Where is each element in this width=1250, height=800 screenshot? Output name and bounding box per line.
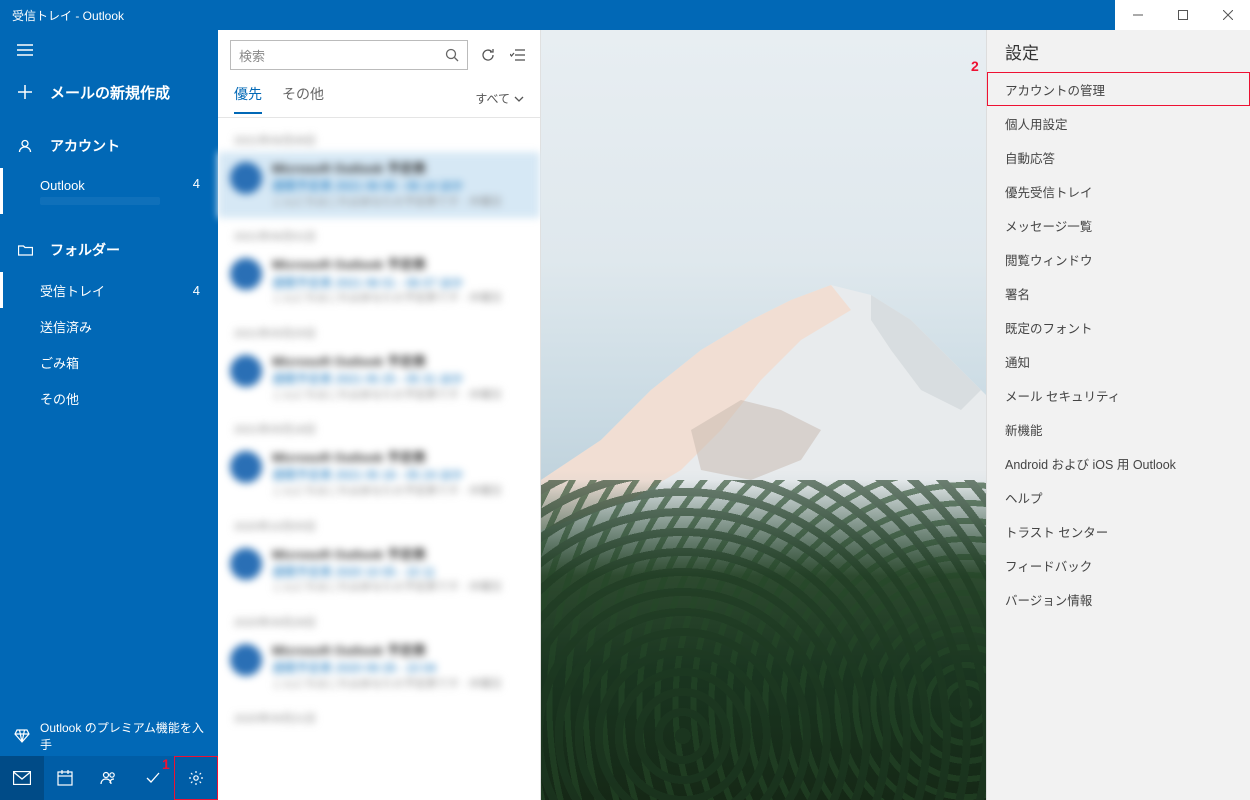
settings-item-default-font[interactable]: 既定のフォント — [987, 310, 1250, 344]
settings-item-personalization[interactable]: 個人用設定 — [987, 106, 1250, 140]
annotation-1: 1 — [162, 756, 170, 772]
account-name-label: Outlook — [40, 178, 200, 193]
nav-mail[interactable] — [0, 756, 44, 800]
minimize-button[interactable] — [1115, 0, 1160, 30]
plus-icon — [16, 83, 34, 101]
folder-label: 送信済み — [40, 317, 92, 336]
select-mode-button[interactable] — [508, 45, 528, 65]
settings-item-focused-inbox[interactable]: 優先受信トレイ — [987, 174, 1250, 208]
mail-item[interactable]: Microsoft Outlook 予定表週間予定表 2020 10 05 - … — [218, 538, 540, 604]
account-email-blur — [40, 197, 160, 205]
hamburger-menu[interactable] — [0, 30, 218, 70]
folder-badge: 4 — [193, 283, 200, 298]
compose-label: メールの新規作成 — [50, 82, 170, 103]
chevron-down-icon — [514, 96, 524, 102]
tab-other[interactable]: その他 — [282, 84, 324, 114]
folder-label: その他 — [40, 389, 79, 408]
mail-item[interactable]: Microsoft Outlook 予定表週間予定表 2021 06 01 - … — [218, 248, 540, 314]
folder-label: ごみ箱 — [40, 353, 79, 372]
settings-item-trust-center[interactable]: トラスト センター — [987, 514, 1250, 548]
diamond-icon — [14, 729, 30, 743]
nav-people[interactable] — [87, 756, 131, 800]
window-controls — [1115, 0, 1250, 30]
settings-panel: 設定 アカウントの管理 個人用設定 自動応答 優先受信トレイ メッセージ一覧 閲… — [986, 30, 1250, 800]
settings-item-notifications[interactable]: 通知 — [987, 344, 1250, 378]
settings-item-account-management[interactable]: アカウントの管理 — [987, 72, 1250, 106]
mail-items-blurred: 2021年06月08日 Microsoft Outlook 予定表週間予定表 2… — [218, 118, 540, 734]
folder-inbox[interactable]: 受信トレイ 4 — [0, 272, 218, 308]
folder-icon — [16, 241, 34, 259]
settings-item-message-list[interactable]: メッセージ一覧 — [987, 208, 1250, 242]
mail-item[interactable]: Microsoft Outlook 予定表週間予定表 2021 05 25 - … — [218, 345, 540, 411]
refresh-button[interactable] — [478, 45, 498, 65]
close-button[interactable] — [1205, 0, 1250, 30]
settings-item-mail-security[interactable]: メール セキュリティ — [987, 378, 1250, 412]
settings-item-feedback[interactable]: フィードバック — [987, 548, 1250, 582]
folders-section[interactable]: フォルダー — [0, 228, 218, 272]
settings-item-mobile-outlook[interactable]: Android および iOS 用 Outlook — [987, 446, 1250, 480]
filter-dropdown[interactable]: すべて — [475, 90, 524, 107]
settings-item-signature[interactable]: 署名 — [987, 276, 1250, 310]
settings-title: 設定 — [987, 30, 1250, 72]
settings-item-reading-pane[interactable]: 閲覧ウィンドウ — [987, 242, 1250, 276]
search-placeholder: 検索 — [239, 46, 265, 65]
search-icon — [445, 48, 459, 62]
compose-button[interactable]: メールの新規作成 — [0, 70, 218, 114]
window-title: 受信トレイ - Outlook — [12, 7, 124, 24]
account-badge: 4 — [193, 176, 200, 191]
account-section[interactable]: アカウント — [0, 124, 218, 168]
maximize-button[interactable] — [1160, 0, 1205, 30]
mail-list-pane: 検索 優先 その他 すべて 2021年06月08日 Microsoft Outl… — [218, 30, 541, 800]
sidebar-account-outlook[interactable]: Outlook 4 — [0, 168, 218, 214]
nav-calendar[interactable] — [44, 756, 88, 800]
person-icon — [16, 137, 34, 155]
folder-label: 受信トレイ — [40, 281, 105, 300]
mail-item[interactable]: Microsoft Outlook 予定表週間予定表 2021 06 08 - … — [218, 152, 540, 218]
folder-trash[interactable]: ごみ箱 — [0, 344, 218, 380]
menu-icon — [16, 41, 34, 59]
title-bar: 受信トレイ - Outlook — [0, 0, 1250, 30]
folder-other[interactable]: その他 — [0, 380, 218, 416]
sidebar: メールの新規作成 アカウント Outlook 4 フォルダー 受信トレイ 4 送… — [0, 30, 218, 800]
mail-item[interactable]: Microsoft Outlook 予定表週間予定表 2020 09 28 - … — [218, 634, 540, 700]
search-input[interactable]: 検索 — [230, 40, 468, 70]
folders-header-label: フォルダー — [50, 240, 120, 260]
tab-focused[interactable]: 優先 — [234, 84, 262, 114]
premium-link[interactable]: Outlook のプレミアム機能を入手 — [0, 716, 218, 756]
mail-item[interactable]: Microsoft Outlook 予定表週間予定表 2021 05 18 - … — [218, 441, 540, 507]
folder-sent[interactable]: 送信済み — [0, 308, 218, 344]
settings-item-whats-new[interactable]: 新機能 — [987, 412, 1250, 446]
settings-item-auto-reply[interactable]: 自動応答 — [987, 140, 1250, 174]
account-header-label: アカウント — [50, 136, 120, 156]
annotation-2: 2 — [971, 58, 979, 74]
bottom-nav — [0, 756, 218, 800]
settings-item-version[interactable]: バージョン情報 — [987, 582, 1250, 616]
nav-settings[interactable] — [174, 756, 218, 800]
settings-item-help[interactable]: ヘルプ — [987, 480, 1250, 514]
premium-label: Outlook のプレミアム機能を入手 — [40, 719, 204, 753]
